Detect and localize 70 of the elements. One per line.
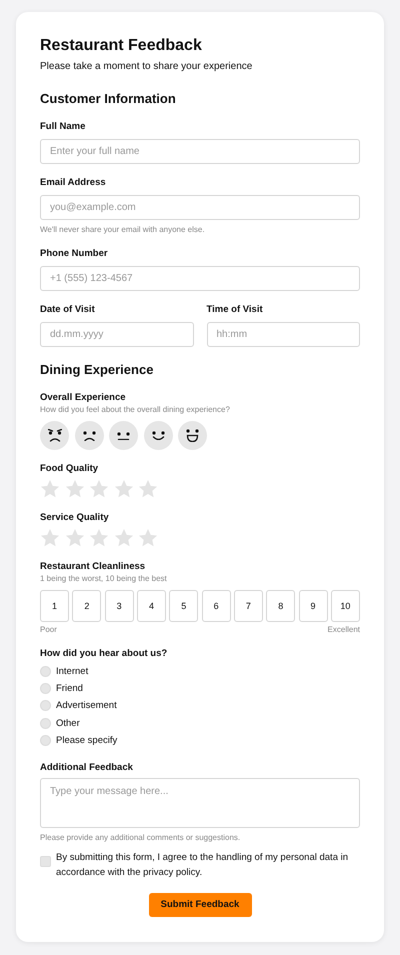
star-icon[interactable] [89,528,110,548]
scale-high-label: Excellent [328,624,360,635]
face-icon [48,429,62,442]
question-description: How did you feel about the overall dining experience? [40,404,231,415]
face-icon [186,429,199,442]
rating-option[interactable]: 10 [330,590,360,622]
helper-text: Please provide any additional comments or suggestions. [40,832,242,843]
rating-option[interactable]: 2 [72,590,102,622]
field-label: Service Quality [40,511,110,524]
star-icon[interactable] [89,479,110,499]
field-label: Full Name [40,120,86,133]
rating-option[interactable]: 7 [234,590,263,622]
consent-text: By submitting this form, I agree to the handling of my personal data in accordance with the privacy policy. [56,850,350,880]
consent-checkbox[interactable] [40,856,51,867]
form-title: Restaurant Feedback [40,36,203,56]
rating-option[interactable]: 3 [104,590,134,622]
rating-option[interactable]: 5 [169,590,198,622]
field-label: Additional Feedback [40,760,134,774]
star-icon[interactable] [138,528,158,548]
face-icon [82,430,96,440]
radio-button[interactable] [40,734,51,746]
field-label: Food Quality [40,462,100,475]
scale-low-label: Poor [40,624,57,635]
section-heading: Customer Information [40,90,177,108]
star-icon[interactable] [64,528,85,548]
field-label: Date of Visit [40,303,96,316]
radio-button[interactable] [40,700,51,712]
rating-option[interactable]: 1 [40,590,70,622]
radio-button[interactable] [40,666,51,678]
rating-option[interactable]: 6 [202,590,231,622]
question-description: 1 being the worst, 10 being the best [40,573,168,584]
rating-option[interactable]: 4 [136,590,166,622]
star-icon[interactable] [64,479,85,499]
rating-option[interactable]: 9 [298,590,328,622]
radio-label[interactable]: Friend [56,683,83,694]
radio-button[interactable] [40,683,51,694]
face-rating-button[interactable] [74,421,104,450]
field-label: Email Address [40,176,107,189]
star-icon[interactable] [40,528,60,548]
face-rating-button[interactable] [144,421,172,450]
field-label: Phone Number [40,247,109,260]
star-icon[interactable] [40,479,60,499]
radio-label[interactable]: Advertisement [56,700,117,712]
rating-option[interactable]: 8 [266,590,296,622]
star-icon[interactable] [114,479,134,499]
face-rating-button[interactable] [178,421,207,450]
star-icon[interactable] [114,528,134,548]
field-label: Restaurant Cleanliness [40,560,146,573]
input-field[interactable]: dd.mm.yyyy [40,322,194,347]
field-label: Time of Visit [206,303,264,316]
face-icon [117,432,130,440]
face-rating-button[interactable] [40,421,69,450]
message-field[interactable]: Type your message here... [40,778,360,828]
face-rating-button[interactable] [109,421,138,450]
form-subtitle: Please take a moment to share your experience [40,60,254,74]
input-field[interactable]: +1 (555) 123-4567 [40,266,360,291]
radio-button[interactable] [40,718,51,729]
submit-button[interactable]: Submit Feedback [148,892,252,917]
field-label: Overall Experience [40,391,127,404]
face-icon [152,430,164,440]
radio-label[interactable]: Internet [56,666,88,678]
input-field[interactable]: hh:mm [206,322,360,347]
field-label: How did you hear about us? [40,647,168,660]
star-icon[interactable] [138,479,158,499]
helper-text: We'll never share your email with anyone else. [40,224,206,235]
input-field[interactable]: Enter your full name [40,139,360,164]
section-heading: Dining Experience [40,361,154,379]
input-field[interactable]: you@example.com [40,195,360,220]
radio-label[interactable]: Other [56,718,80,729]
radio-label[interactable]: Please specify [56,734,118,746]
